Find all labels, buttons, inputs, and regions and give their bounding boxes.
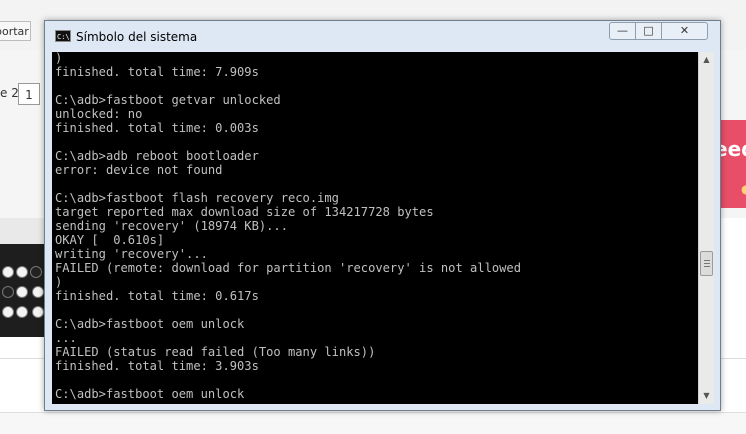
- vertical-scrollbar[interactable]: ▲ ▼: [698, 52, 714, 404]
- page-label: e 2: [0, 86, 19, 100]
- close-button[interactable]: ✕: [661, 22, 708, 40]
- board-piece: [16, 286, 28, 298]
- scroll-up-icon[interactable]: ▲: [699, 52, 714, 68]
- ad-dot-icon: ●: [741, 182, 746, 196]
- page-number-button[interactable]: 1: [18, 83, 40, 105]
- console-text: ) finished. total time: 7.909s C:\adb>fa…: [55, 52, 521, 401]
- maximize-button[interactable]: □: [635, 22, 662, 40]
- console-app-icon[interactable]: C:\: [55, 30, 71, 42]
- scroll-down-icon[interactable]: ▼: [699, 388, 714, 404]
- export-button[interactable]: portar: [0, 21, 31, 41]
- window-title: Símbolo del sistema: [76, 30, 198, 44]
- grip-line: [704, 266, 710, 267]
- command-prompt-window[interactable]: C:\ Símbolo del sistema — □ ✕ ) finished…: [44, 20, 721, 411]
- board-piece: [2, 286, 14, 298]
- board-piece: [2, 306, 14, 318]
- board-piece: [16, 266, 28, 278]
- board-piece: [32, 306, 44, 318]
- scroll-thumb[interactable]: [700, 251, 713, 276]
- board-piece: [16, 306, 28, 318]
- board-piece: [30, 266, 42, 278]
- board-piece: [32, 286, 44, 298]
- minimize-button[interactable]: —: [609, 22, 636, 40]
- board-piece: [2, 266, 14, 278]
- background-footer: [0, 412, 746, 434]
- game-board-thumbnail[interactable]: [0, 244, 48, 337]
- grip-line: [704, 263, 710, 264]
- title-bar[interactable]: C:\ Símbolo del sistema — □ ✕: [45, 21, 720, 52]
- console-output[interactable]: ) finished. total time: 7.909s C:\adb>fa…: [52, 52, 698, 404]
- grip-line: [704, 260, 710, 261]
